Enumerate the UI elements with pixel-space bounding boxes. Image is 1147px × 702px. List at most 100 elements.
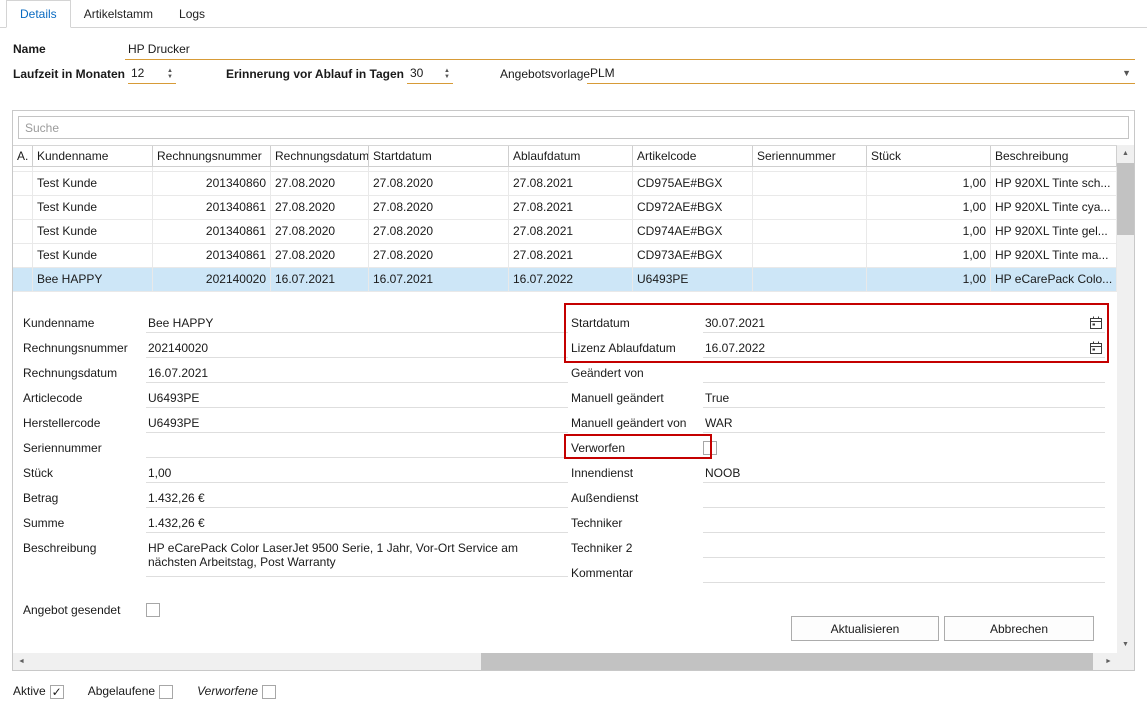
column-header[interactable]: Artikelcode	[633, 146, 753, 166]
detail-form-left: Kundenname Bee HAPPY Rechnungsnummer 202…	[23, 311, 568, 623]
field-value[interactable]: U6493PE	[146, 389, 568, 408]
field-label: Rechnungsdatum	[23, 364, 146, 380]
table-row[interactable]: Test Kunde 201340861 27.08.2020 27.08.20…	[13, 196, 1117, 220]
name-label: Name	[13, 42, 46, 56]
abgelaufene-checkbox[interactable]	[159, 685, 173, 699]
field-value[interactable]: 202140020	[146, 339, 568, 358]
scrollbar-corner	[1117, 653, 1134, 670]
table-cell: CD975AE#BGX	[633, 172, 753, 195]
table-cell: 27.08.2020	[369, 196, 509, 219]
verworfene-checkbox[interactable]	[262, 685, 276, 699]
table-cell: 1,00	[867, 172, 991, 195]
abbrechen-button[interactable]: Abbrechen	[944, 616, 1094, 641]
table-row-selected[interactable]: Bee HAPPY 202140020 16.07.2021 16.07.202…	[13, 268, 1117, 292]
table-row[interactable]: Test Kunde 201340860 27.08.2020 27.08.20…	[13, 172, 1117, 196]
column-header[interactable]: Rechnungsdatum	[271, 146, 369, 166]
field-label: Kundenname	[23, 314, 146, 330]
field-angebot-gesendet: Angebot gesendet	[23, 598, 568, 623]
calendar-icon[interactable]	[1089, 316, 1103, 333]
laufzeit-stepper[interactable]: 12 ▲▼	[128, 63, 176, 84]
name-field[interactable]: HP Drucker	[125, 39, 1135, 60]
column-header[interactable]: Startdatum	[369, 146, 509, 166]
field-manuell-geaendert: Manuell geändert True	[571, 386, 1105, 411]
table-cell: HP 920XL Tinte gel...	[991, 220, 1117, 243]
field-rechnungsdatum: Rechnungsdatum 16.07.2021	[23, 361, 568, 386]
tab-artikelstamm[interactable]: Artikelstamm	[71, 1, 166, 27]
table-row[interactable]: Test Kunde 201340861 27.08.2020 27.08.20…	[13, 244, 1117, 268]
angebotsvorlage-dropdown[interactable]: PLM ▼	[587, 63, 1135, 84]
field-stueck: Stück 1,00	[23, 461, 568, 486]
contracts-table: A. Kundenname Rechnungsnummer Rechnungsd…	[13, 145, 1117, 292]
table-cell: 1,00	[867, 268, 991, 291]
field-value[interactable]	[703, 489, 1105, 508]
field-startdatum: Startdatum 30.07.2021	[571, 311, 1105, 336]
field-techniker-2: Techniker 2	[571, 536, 1105, 561]
horizontal-scrollbar[interactable]: ◄ ►	[13, 653, 1117, 670]
search-input[interactable]	[18, 116, 1129, 139]
aktualisieren-button[interactable]: Aktualisieren	[791, 616, 939, 641]
tab-logs[interactable]: Logs	[166, 1, 218, 27]
stepper-arrows-icon[interactable]: ▲▼	[167, 66, 174, 82]
scroll-up-icon[interactable]: ▲	[1117, 145, 1134, 162]
field-value[interactable]	[703, 564, 1105, 583]
table-cell	[13, 244, 33, 267]
scroll-left-icon[interactable]: ◄	[13, 653, 30, 670]
field-value[interactable]	[703, 364, 1105, 383]
stepper-arrows-icon[interactable]: ▲▼	[444, 66, 451, 82]
tab-bar: Details Artikelstamm Logs	[0, 0, 1147, 28]
column-header[interactable]: Beschreibung	[991, 146, 1117, 166]
field-value[interactable]: 16.07.2022	[703, 339, 1105, 358]
field-value[interactable]: 16.07.2021	[146, 364, 568, 383]
field-kundenname: Kundenname Bee HAPPY	[23, 311, 568, 336]
angebot-gesendet-checkbox[interactable]	[146, 603, 160, 617]
field-value[interactable]	[703, 514, 1105, 533]
chevron-down-icon[interactable]: ▼	[1122, 66, 1133, 78]
scroll-down-icon[interactable]: ▼	[1117, 636, 1134, 653]
field-value[interactable]: 1.432,26 €	[146, 489, 568, 508]
vertical-scrollbar[interactable]: ▲ ▼	[1117, 145, 1134, 653]
tab-details[interactable]: Details	[6, 0, 71, 28]
column-header[interactable]: Rechnungsnummer	[153, 146, 271, 166]
aktive-checkbox[interactable]	[50, 685, 64, 699]
details-panel: A. Kundenname Rechnungsnummer Rechnungsd…	[12, 110, 1135, 671]
column-header[interactable]: Ablaufdatum	[509, 146, 633, 166]
field-value[interactable]: Bee HAPPY	[146, 314, 568, 333]
erinnerung-value: 30	[410, 66, 423, 80]
field-value[interactable]: NOOB	[703, 464, 1105, 483]
laufzeit-value: 12	[131, 66, 144, 80]
table-cell: 27.08.2021	[509, 220, 633, 243]
table-cell: Test Kunde	[33, 172, 153, 195]
field-value[interactable]: U6493PE	[146, 414, 568, 433]
field-value[interactable]	[703, 539, 1105, 558]
table-row[interactable]: Test Kunde 201340861 27.08.2020 27.08.20…	[13, 220, 1117, 244]
table-cell: CD974AE#BGX	[633, 220, 753, 243]
field-label: Techniker	[571, 514, 703, 530]
column-header[interactable]: A.	[13, 146, 33, 166]
angebotsvorlage-value: PLM	[590, 66, 615, 80]
calendar-icon[interactable]	[1089, 341, 1103, 358]
column-header[interactable]: Stück	[867, 146, 991, 166]
column-header[interactable]: Seriennummer	[753, 146, 867, 166]
field-value[interactable]: 1.432,26 €	[146, 514, 568, 533]
verworfen-checkbox[interactable]	[703, 441, 717, 455]
field-value[interactable]: HP eCarePack Color LaserJet 9500 Serie, …	[146, 539, 568, 577]
field-label: Startdatum	[571, 314, 703, 330]
table-cell	[753, 220, 867, 243]
table-header-row: A. Kundenname Rechnungsnummer Rechnungsd…	[13, 145, 1117, 167]
table-cell: 27.08.2020	[369, 172, 509, 195]
vertical-scrollbar-thumb[interactable]	[1117, 163, 1134, 235]
field-label: Herstellercode	[23, 414, 146, 430]
scroll-right-icon[interactable]: ►	[1100, 653, 1117, 670]
table-cell: 16.07.2021	[369, 268, 509, 291]
angebotsvorlage-label: Angebotsvorlage	[500, 67, 590, 81]
field-label: Beschreibung	[23, 539, 146, 555]
field-value[interactable]: True	[703, 389, 1105, 408]
table-cell: Test Kunde	[33, 244, 153, 267]
field-value[interactable]: WAR	[703, 414, 1105, 433]
field-value[interactable]: 1,00	[146, 464, 568, 483]
column-header[interactable]: Kundenname	[33, 146, 153, 166]
horizontal-scrollbar-thumb[interactable]	[481, 653, 1093, 670]
erinnerung-stepper[interactable]: 30 ▲▼	[407, 63, 453, 84]
field-value[interactable]	[146, 439, 568, 458]
field-value[interactable]: 30.07.2021	[703, 314, 1105, 333]
